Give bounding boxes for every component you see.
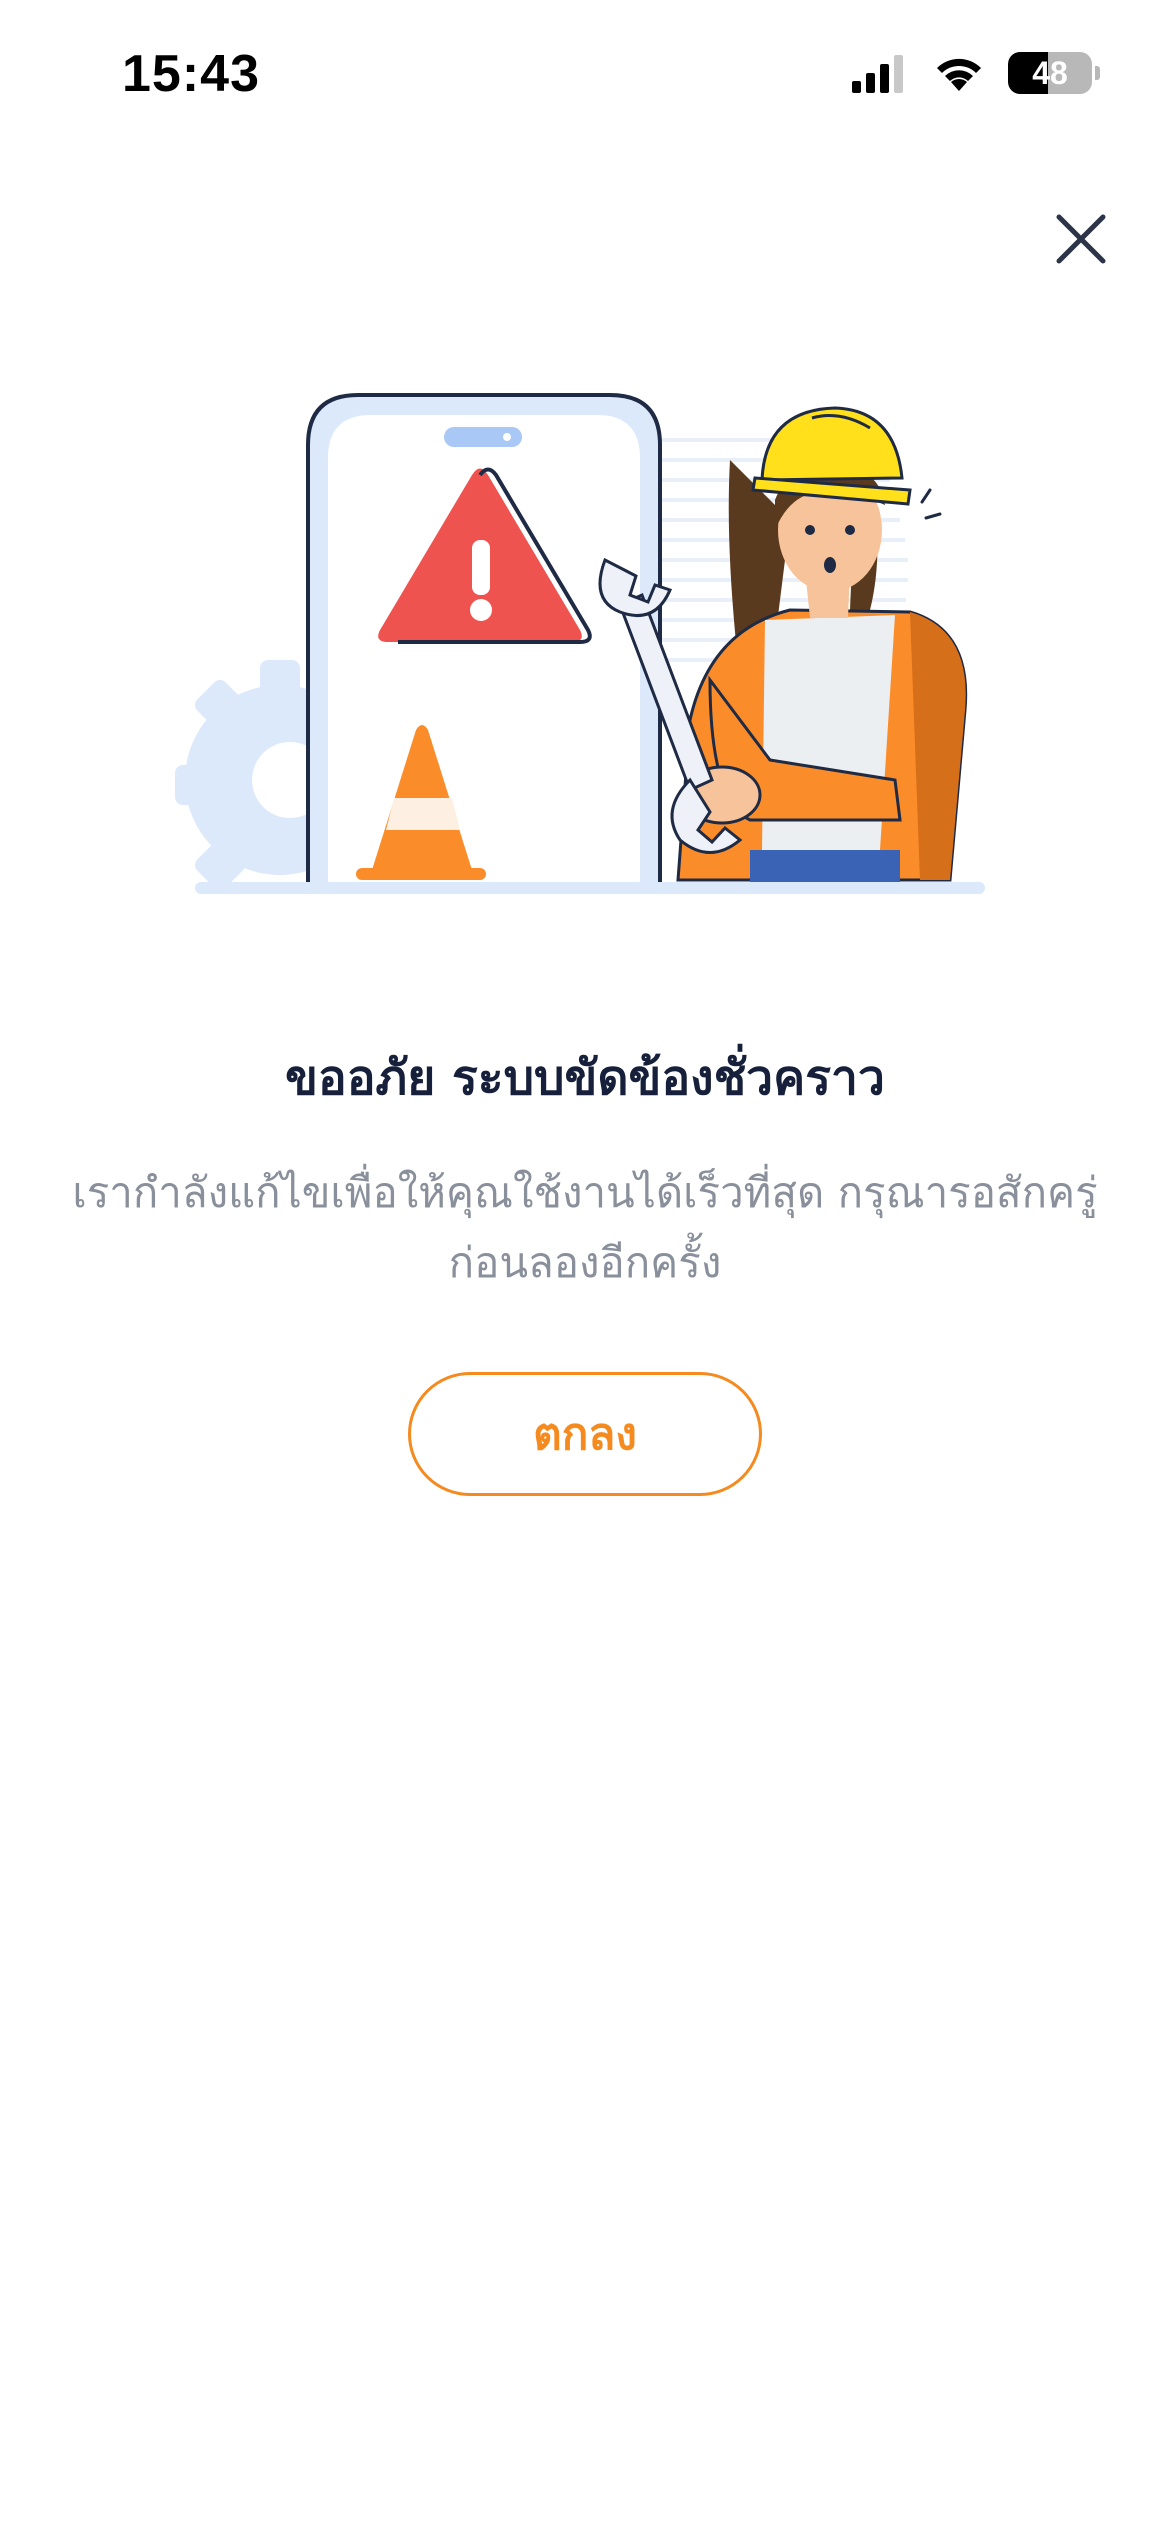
wifi-icon bbox=[937, 58, 981, 91]
ground-line bbox=[195, 882, 985, 894]
helmet-icon bbox=[751, 406, 912, 506]
close-icon bbox=[1056, 214, 1106, 264]
status-time: 15:43 bbox=[122, 45, 260, 103]
status-bar: 15:43 48 bbox=[0, 0, 1170, 150]
error-message: เรากำลังแก้ไขเพื่อให้คุณใช้งานได้เร็วที่… bbox=[72, 1168, 1098, 1287]
signal-icon bbox=[852, 55, 903, 93]
status-icons: 48 bbox=[852, 52, 1100, 94]
ok-button[interactable]: ตกลง bbox=[408, 1372, 762, 1496]
close-button[interactable] bbox=[1036, 194, 1126, 284]
battery-icon: 48 bbox=[1008, 52, 1092, 94]
error-title: ขออภัย ระบบขัดข้องชั่วคราว bbox=[285, 1050, 885, 1106]
battery-level: 48 bbox=[1032, 55, 1068, 91]
battery-tip bbox=[1095, 66, 1100, 80]
maintenance-illustration bbox=[175, 393, 985, 894]
